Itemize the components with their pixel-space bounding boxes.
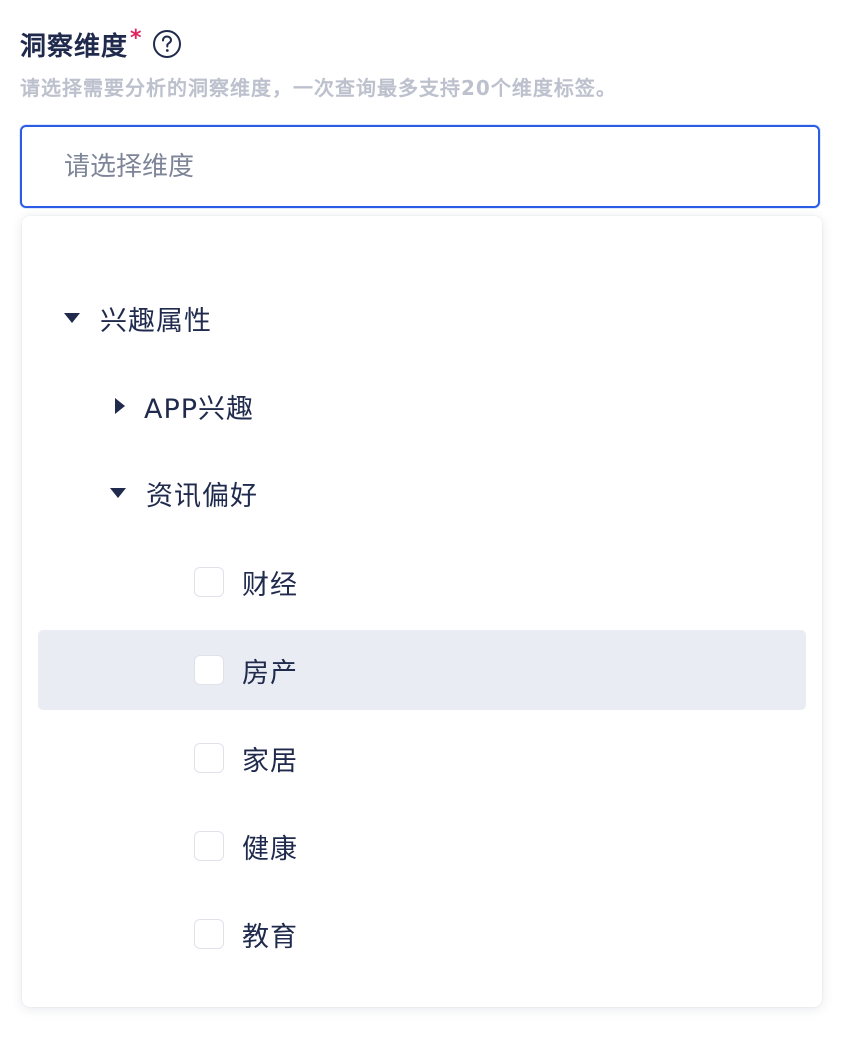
tree-leaf-label: 家居 xyxy=(242,745,298,777)
checkbox[interactable] xyxy=(194,567,224,597)
dimension-dropdown: 兴趣属性 APP兴趣 资讯偏好 财经 房产 家居 健康 教育 xyxy=(22,216,822,1007)
checkbox[interactable] xyxy=(194,743,224,773)
checkbox[interactable] xyxy=(194,919,224,949)
tree-leaf-home[interactable]: 家居 xyxy=(38,718,806,798)
dimension-search-input[interactable] xyxy=(64,127,764,206)
tree-node-label: 资讯偏好 xyxy=(146,480,258,512)
caret-down-icon[interactable] xyxy=(62,308,82,328)
tree-leaf-label: 房产 xyxy=(242,657,298,689)
tree-node-app-interest[interactable]: APP兴趣 xyxy=(38,366,806,446)
tree-node-interest-attributes[interactable]: 兴趣属性 xyxy=(38,278,806,358)
question-circle-icon[interactable] xyxy=(152,29,182,59)
tree-node-label: APP兴趣 xyxy=(144,393,255,425)
field-header: 洞察维度 * xyxy=(20,26,182,62)
tree-node-label: 兴趣属性 xyxy=(100,305,212,337)
required-mark: * xyxy=(130,25,142,51)
checkbox[interactable] xyxy=(194,655,224,685)
tree-leaf-label: 健康 xyxy=(242,833,298,865)
tree-leaf-health[interactable]: 健康 xyxy=(38,806,806,886)
dimension-select[interactable] xyxy=(20,125,820,208)
tree-leaf-finance[interactable]: 财经 xyxy=(38,542,806,622)
tree-leaf-label: 教育 xyxy=(242,921,298,953)
tree-leaf-education[interactable]: 教育 xyxy=(38,894,806,974)
checkbox[interactable] xyxy=(194,831,224,861)
tree-leaf-real-estate[interactable]: 房产 xyxy=(38,630,806,710)
tree-leaf-label: 财经 xyxy=(242,569,298,601)
tree-node-news-preference[interactable]: 资讯偏好 xyxy=(38,453,806,533)
field-label: 洞察维度 xyxy=(20,31,129,62)
caret-down-icon[interactable] xyxy=(108,483,128,503)
field-description: 请选择需要分析的洞察维度，一次查询最多支持20个维度标签。 xyxy=(20,76,617,100)
caret-right-icon[interactable] xyxy=(110,396,130,416)
